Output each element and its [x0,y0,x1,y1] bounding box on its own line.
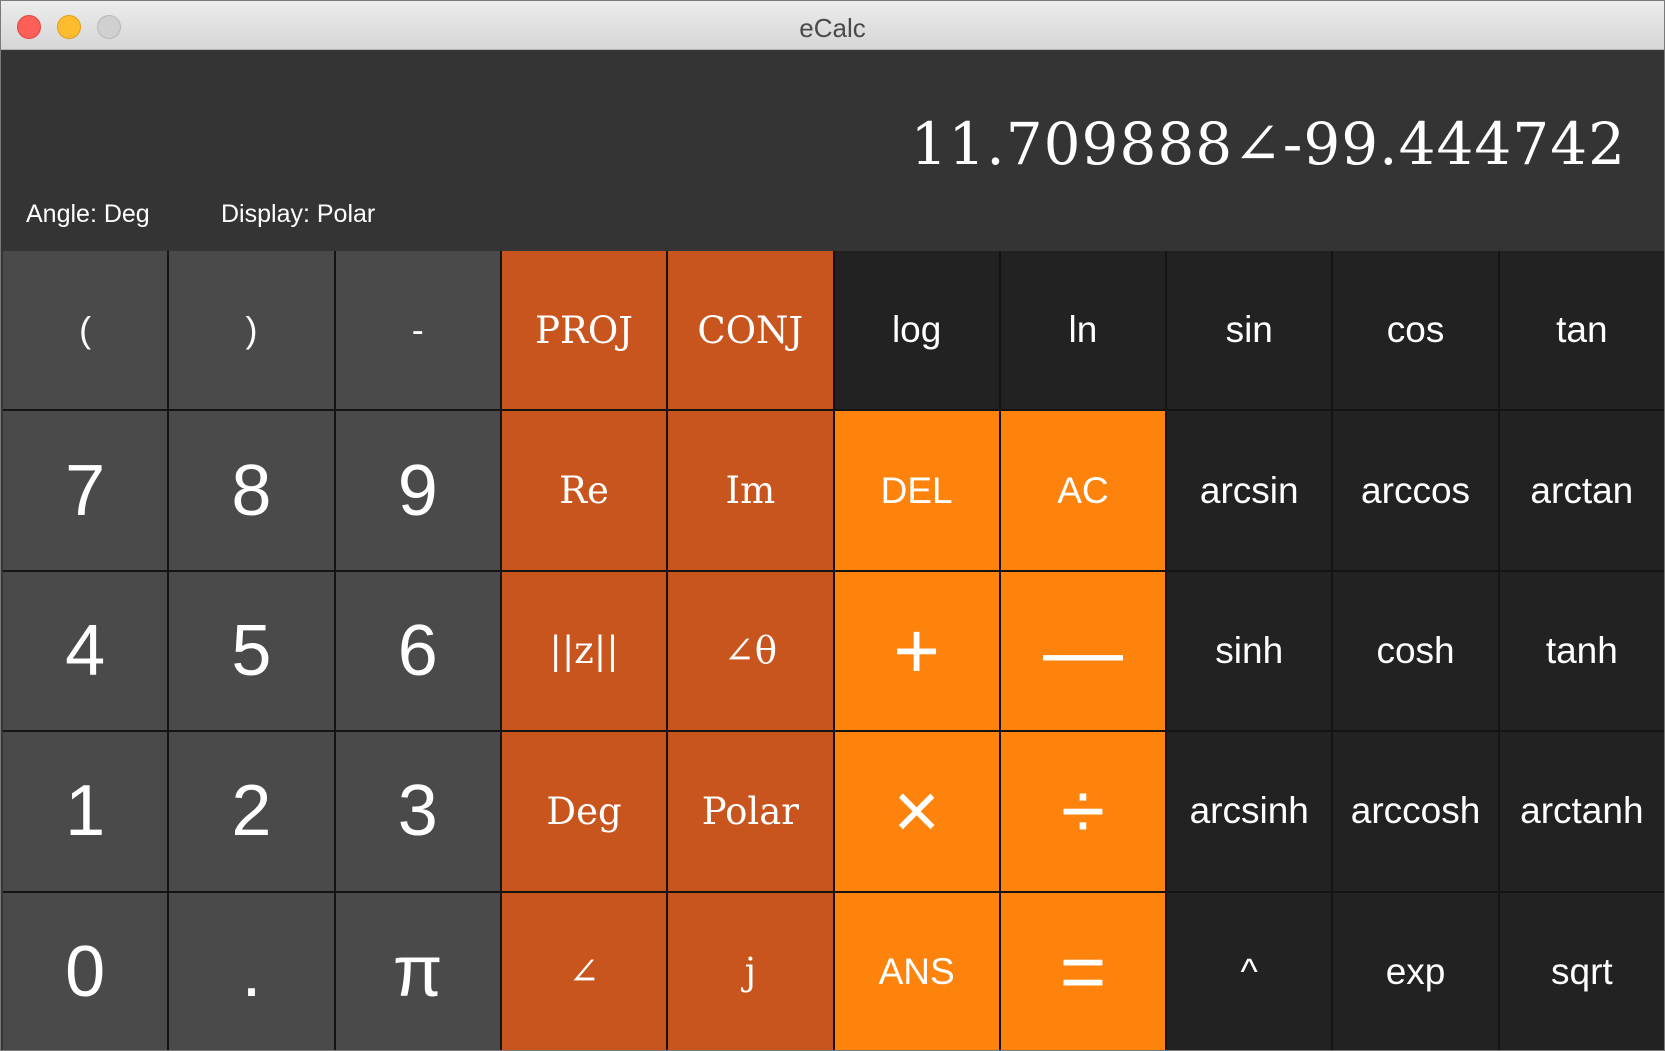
multiply-button[interactable]: × [834,732,999,891]
deg-mode-button[interactable]: Deg [501,732,667,891]
delete-button[interactable]: DEL [834,411,999,570]
log-button[interactable]: log [834,251,999,410]
proj-button[interactable]: PROJ [501,251,667,410]
imaginary-j-button[interactable]: j [668,892,833,1050]
angle-mode-status: Angle: Deg [26,200,150,228]
digit-3-button[interactable]: 3 [335,732,500,891]
digit-9-button[interactable]: 9 [335,411,500,570]
equals-button[interactable]: = [1000,892,1166,1050]
arcsinh-button[interactable]: arcsinh [1167,732,1332,891]
plus-button[interactable]: + [834,571,999,731]
arccos-button[interactable]: arccos [1333,411,1498,570]
divide-button[interactable]: ÷ [1000,732,1166,891]
cosh-button[interactable]: cosh [1333,571,1498,731]
display-mode-status: Display: Polar [221,200,376,228]
cos-button[interactable]: cos [1333,251,1498,410]
digit-6-button[interactable]: 6 [335,571,500,731]
result-display: 11.709888∠-99.444742 Angle: Deg Display:… [1,50,1664,250]
im-button[interactable]: Im [668,411,833,570]
digit-2-button[interactable]: 2 [169,732,334,891]
all-clear-button[interactable]: AC [1000,411,1166,570]
arccosh-button[interactable]: arccosh [1333,732,1498,891]
minus-button[interactable]: — [1000,571,1166,731]
polar-mode-button[interactable]: Polar [668,732,833,891]
calculator-window: eCalc 11.709888∠-99.444742 Angle: Deg Di… [0,0,1665,1051]
display-value: 11.709888∠-99.444742 [910,110,1626,178]
close-paren-button[interactable]: ) [169,251,334,410]
arcsin-button[interactable]: arcsin [1167,411,1332,570]
ln-button[interactable]: ln [1000,251,1166,410]
title-bar[interactable]: eCalc [1,1,1664,50]
decimal-point-button[interactable]: . [169,892,334,1050]
digit-4-button[interactable]: 4 [3,571,168,731]
angle-button[interactable]: ∠ [501,892,667,1050]
digit-7-button[interactable]: 7 [3,411,168,570]
answer-button[interactable]: ANS [834,892,999,1050]
open-paren-button[interactable]: ( [3,251,168,410]
angle-theta-button[interactable]: ∠θ [668,571,833,731]
power-button[interactable]: ^ [1167,892,1332,1050]
digit-1-button[interactable]: 1 [3,732,168,891]
pi-button[interactable]: π [335,892,500,1050]
keypad: () - PROJ CONJ log ln sin cos tan 7 8 9 Re Im DEL AC arc… [3,251,1664,1050]
conj-button[interactable]: CONJ [668,251,833,410]
negate-button[interactable]: - [335,251,500,410]
sin-button[interactable]: sin [1167,251,1332,410]
sinh-button[interactable]: sinh [1167,571,1332,731]
digit-0-button[interactable]: 0 [3,892,168,1050]
tanh-button[interactable]: tanh [1499,571,1664,731]
magnitude-button[interactable]: ||z|| [501,571,667,731]
exp-button[interactable]: exp [1333,892,1498,1050]
sqrt-button[interactable]: sqrt [1499,892,1664,1050]
arctanh-button[interactable]: arctanh [1499,732,1664,891]
tan-button[interactable]: tan [1499,251,1664,410]
window-title: eCalc [799,13,866,43]
re-button[interactable]: Re [501,411,667,570]
arctan-button[interactable]: arctan [1499,411,1664,570]
digit-8-button[interactable]: 8 [169,411,334,570]
digit-5-button[interactable]: 5 [169,571,334,731]
